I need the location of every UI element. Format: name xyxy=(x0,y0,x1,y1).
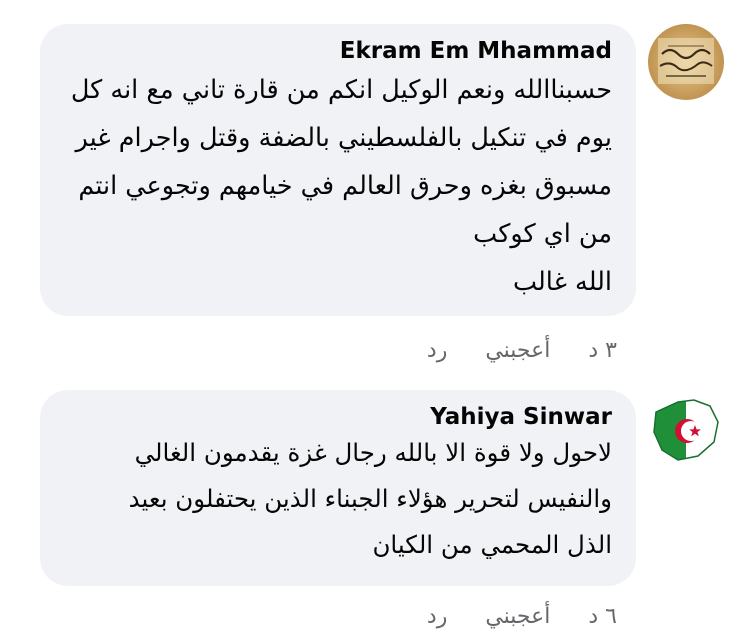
comment-bubble: Yahiya Sinwar لاحول ولا قوة الا بالله رج… xyxy=(40,390,636,586)
comment-timestamp: ٣ د xyxy=(588,338,617,363)
comment-author[interactable]: Ekram Em Mhammad xyxy=(64,38,612,64)
like-button[interactable]: أعجبني xyxy=(485,604,550,629)
algeria-map-flag-avatar-icon xyxy=(648,390,724,466)
comment-bubble: Ekram Em Mhammad حسبناالله ونعم الوكيل ا… xyxy=(40,24,636,316)
reply-button[interactable]: رد xyxy=(427,338,447,363)
comment-actions: ٦ د أعجبني رد xyxy=(389,604,617,629)
comment-actions: ٣ د أعجبني رد xyxy=(389,338,617,363)
like-button[interactable]: أعجبني xyxy=(485,338,550,363)
comment-text: حسبناالله ونعم الوكيل انكم من قارة تاني … xyxy=(70,75,612,297)
comment-avatar[interactable] xyxy=(648,390,724,466)
comment-timestamp: ٦ د xyxy=(588,604,617,629)
comment-author[interactable]: Yahiya Sinwar xyxy=(64,404,612,430)
comment-avatar[interactable] xyxy=(648,24,724,100)
reply-button[interactable]: رد xyxy=(427,604,447,629)
comment-text: لاحول ولا قوة الا بالله رجال غزة يقدمون … xyxy=(128,438,612,559)
calligraphy-avatar-icon xyxy=(648,24,724,100)
